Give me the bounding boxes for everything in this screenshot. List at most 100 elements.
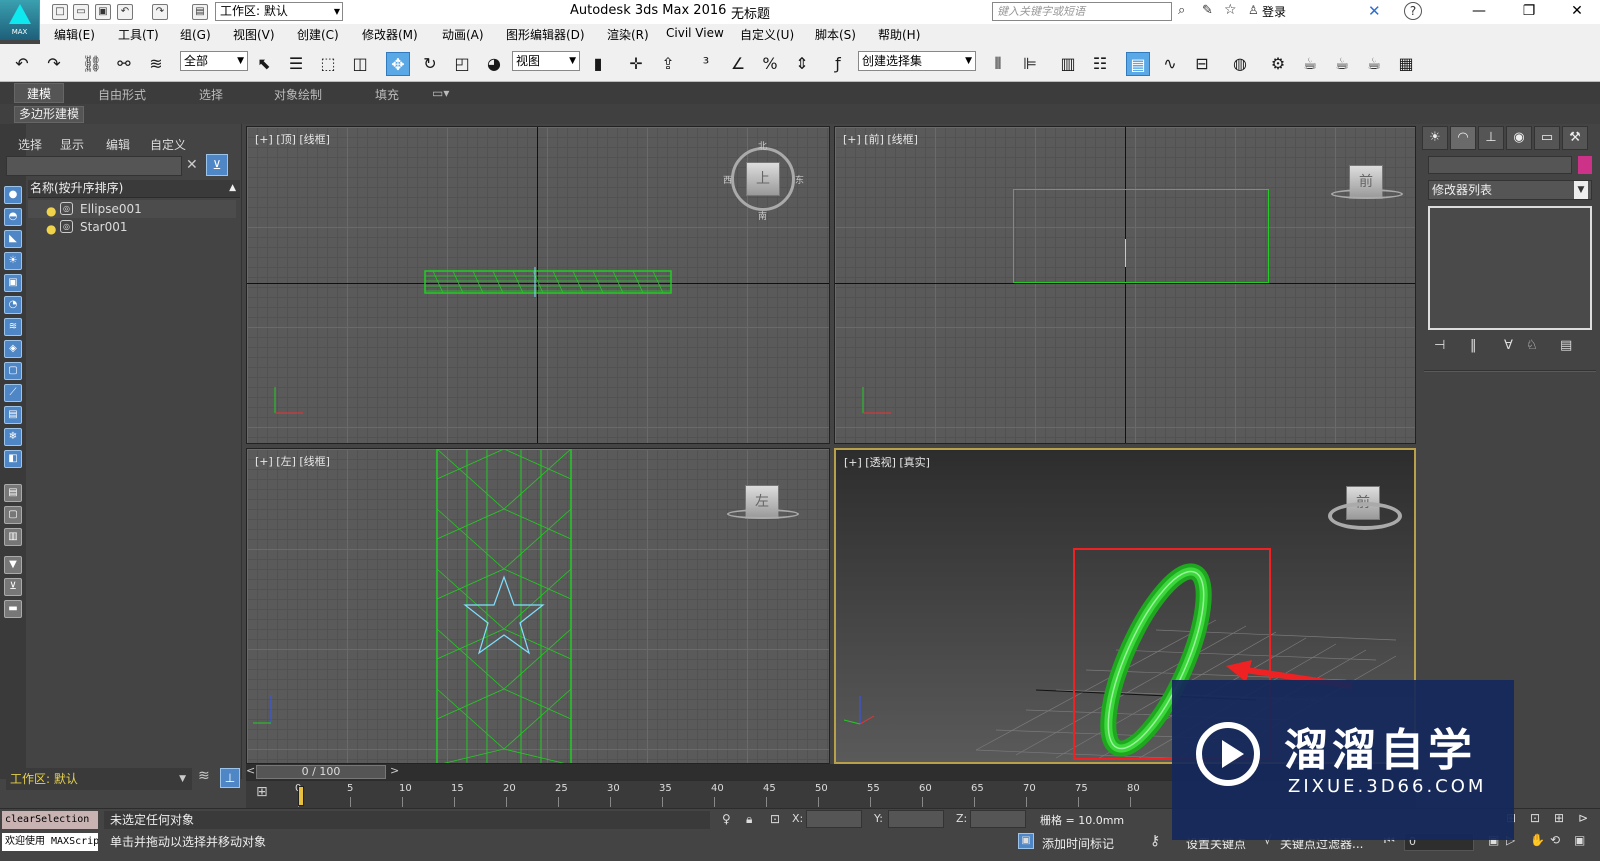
show-end-result-icon[interactable]: ‖ [1470,338,1477,353]
scene-filter-icon[interactable]: ⊻ [206,154,228,176]
link-icon[interactable]: ⛓ [80,52,104,76]
display-tab-icon[interactable]: ▭ [1534,126,1560,150]
display-hidden-icon[interactable]: ◧ [4,450,22,468]
modifier-stack[interactable] [1428,206,1592,330]
display-cameras-icon[interactable]: ▣ [4,274,22,292]
display-influences-icon[interactable]: ▢ [4,506,22,524]
render-online-icon[interactable]: ▦ [1394,52,1418,76]
percent-snap-icon[interactable]: % [758,52,782,76]
scene-menu-customize[interactable]: 自定义 [150,136,186,153]
ribbon-tab-populate[interactable]: 填充 [375,86,399,103]
binoculars-icon[interactable]: ⌕ [1178,3,1185,18]
maxscript-listener-input[interactable]: 欢迎使用 MAXScript [2,833,98,851]
shape-object-icon[interactable]: ◎ [60,202,73,215]
zoom-extents-icon[interactable]: ⊡ [1530,811,1540,825]
close-icon[interactable]: ✕ [1554,0,1600,24]
shape-object-icon[interactable]: ◎ [60,220,73,233]
ribbon-tab-freeform[interactable]: 自由形式 [98,86,146,103]
scene-menu-select[interactable]: 选择 [18,136,42,153]
rendered-frame-window-icon[interactable]: ☕ [1298,52,1322,76]
scene-search-input[interactable] [6,156,182,176]
modify-tab-icon[interactable]: ◠ [1450,126,1476,150]
display-children-icon[interactable]: ▤ [4,484,22,502]
edit-named-selection-icon[interactable]: ƒ [826,52,850,76]
viewport-label[interactable]: [+] [前] [线框] [843,131,918,147]
undo-icon[interactable]: ↶ [10,52,34,76]
orbit-icon[interactable]: ⟲ [1550,833,1560,847]
undo-icon[interactable]: ↶ [117,4,133,20]
ribbon-tab-selection[interactable]: 选择 [199,86,223,103]
menu-help[interactable]: 帮助(H) [878,26,920,43]
ribbon-toggle-icon[interactable]: ▤ [1126,52,1150,76]
spinner-snap-icon[interactable]: ⇕ [790,52,814,76]
display-bones-icon[interactable]: ⟋ [4,384,22,402]
minimize-icon[interactable]: — [1456,0,1502,24]
time-tag-icon[interactable]: ▣ [1018,833,1034,849]
menu-graph-editors[interactable]: 图形编辑器(D) [506,26,585,43]
display-all-icon[interactable]: ● [4,186,22,204]
maximize-viewport-icon[interactable]: ▣ [1574,833,1585,847]
display-lights-icon[interactable]: ☀ [4,252,22,270]
scene-explorer-toggle-icon[interactable]: ▥ [1056,52,1080,76]
bind-spacewarp-icon[interactable]: ≋ [144,52,168,76]
viewport-label[interactable]: [+] [透视] [真实] [844,454,930,470]
select-by-name-icon[interactable]: ☰ [284,52,308,76]
menu-modifiers[interactable]: 修改器(M) [362,26,418,43]
viewcube-compass-ring[interactable] [1331,189,1403,199]
menu-civil-view[interactable]: Civil View [666,26,724,40]
ribbon-tab-object-paint[interactable]: 对象绘制 [274,86,322,103]
sync-selection-icon[interactable]: ▬ [4,600,22,618]
scene-list-header[interactable]: 名称(按升序排序) ▲ [28,180,240,198]
menu-scripting[interactable]: 脚本(S) [815,26,856,43]
redo-icon[interactable]: ↷ [152,4,168,20]
ribbon-tab-modeling[interactable]: 建模 [14,83,65,103]
add-time-tag-button[interactable]: 添加时间标记 [1042,835,1114,852]
display-frozen-icon[interactable]: ❄ [4,428,22,446]
select-and-rotate-icon[interactable]: ↻ [418,52,442,76]
modifier-list-select[interactable]: 修改器列表 ▼ [1428,180,1592,200]
menu-rendering[interactable]: 渲染(R) [607,26,649,43]
viewcube[interactable]: 上 [746,162,780,196]
new-file-icon[interactable]: □ [52,4,68,20]
clear-search-icon[interactable]: ✕ [186,157,198,173]
rectangular-selection-icon[interactable]: ⬚ [316,52,340,76]
selection-lock-icon[interactable]: 🔒︎ [746,812,752,827]
render-setup-icon[interactable]: ⚙ [1266,52,1290,76]
viewport-top[interactable]: [+] [顶] [线框] 上 北 南 西 东 [246,126,830,444]
curve-editor-mini-icon[interactable]: ⊞ [256,784,278,804]
next-frame-icon[interactable]: > [390,764,399,777]
favorites-star-icon[interactable]: ☆ [1224,2,1237,18]
project-folder-icon[interactable]: ▤ [192,4,208,20]
restore-icon[interactable]: ❐ [1506,0,1552,24]
sort-by-layer-icon[interactable]: ≋ [198,768,218,788]
display-groups-icon[interactable]: ◈ [4,340,22,358]
app-logo[interactable]: MAX [0,0,40,40]
redo-icon[interactable]: ↷ [42,52,66,76]
menu-edit[interactable]: 编辑(E) [54,26,95,43]
render-iterative-icon[interactable]: ☕ [1362,52,1386,76]
object-color-swatch[interactable] [1578,156,1592,174]
display-dependencies-icon[interactable]: ▥ [4,528,22,546]
scene-row-ellipse001[interactable]: ● ◎ Ellipse001 [28,200,236,218]
keyword-search-input[interactable]: 键入关键字或短语 [992,2,1172,21]
absolute-mode-icon[interactable]: ⊡ [770,812,780,826]
polygon-modeling-panel[interactable]: 多边形建模 [14,106,85,123]
lightbulb-icon[interactable]: ● [46,220,56,238]
select-and-scale-icon[interactable]: ◰ [450,52,474,76]
reference-coordinate-select[interactable]: 视图 ▼ [512,51,580,71]
create-tab-icon[interactable]: ☀ [1422,126,1448,150]
mirror-icon[interactable]: ⫴ [986,52,1010,76]
make-unique-icon[interactable]: ∀ [1504,338,1513,353]
key-icon[interactable]: ⚷ [1150,833,1160,849]
viewport-left[interactable]: [+] [左] [线框] 左 [246,448,830,764]
object-name-field[interactable] [1428,156,1572,174]
isolate-selection-icon[interactable]: ♀ [722,812,731,826]
workspace-select[interactable]: 工作区: 默认 ▼ [215,2,343,21]
select-and-move-icon[interactable]: ✥ [386,52,410,76]
prev-frame-icon[interactable]: < [246,764,255,777]
motion-tab-icon[interactable]: ◉ [1506,126,1532,150]
configure-modifier-sets-icon[interactable]: ▤ [1560,338,1572,353]
z-coordinate-field[interactable] [970,810,1026,828]
login-link[interactable]: 登录 [1262,3,1286,20]
viewport-label[interactable]: [+] [顶] [线框] [255,131,330,147]
